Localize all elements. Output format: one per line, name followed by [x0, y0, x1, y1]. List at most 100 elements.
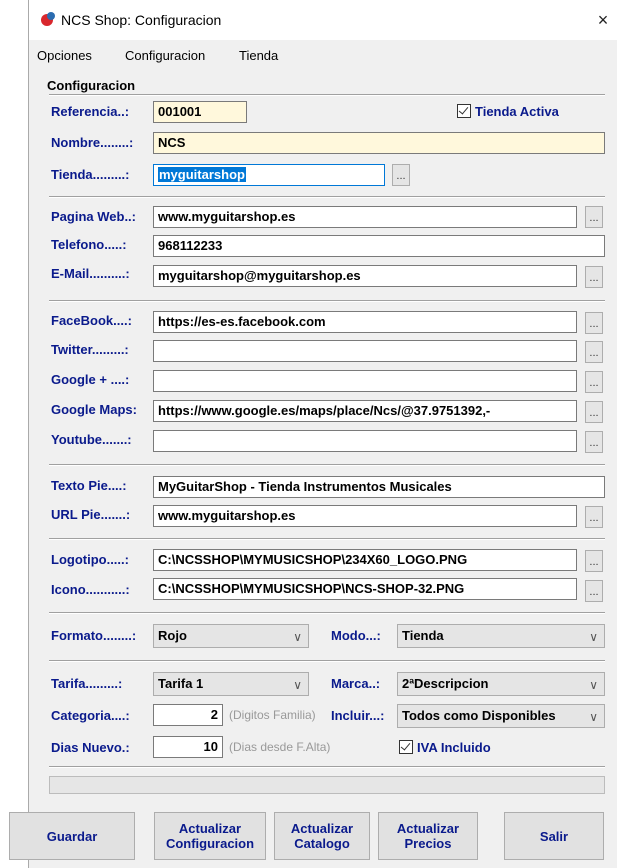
twitter-field[interactable]: [153, 340, 577, 362]
group-border-top: [49, 94, 605, 96]
separator-5: [49, 612, 605, 614]
logotipo-browse-button[interactable]: ...: [585, 550, 603, 572]
logotipo-field[interactable]: C:\NCSSHOP\MYMUSICSHOP\234X60_LOGO.PNG: [153, 549, 577, 571]
iva-incluido-checkbox[interactable]: IVA Incluido: [399, 740, 491, 755]
act-pre-line1: Actualizar: [396, 821, 460, 836]
url-pie-label: URL Pie.......:: [51, 507, 131, 522]
separator-2: [49, 300, 605, 302]
pagina-web-label: Pagina Web..:: [51, 209, 136, 224]
separator-6: [49, 660, 605, 662]
icono-field[interactable]: C:\NCSSHOP\MYMUSICSHOP\NCS-SHOP-32.PNG: [153, 578, 577, 600]
youtube-browse-button[interactable]: ...: [585, 431, 603, 453]
formato-select[interactable]: Rojo ∨: [153, 624, 309, 648]
menu-opciones[interactable]: Opciones: [37, 48, 92, 63]
act-cat-line2: Catalogo: [294, 836, 350, 851]
texto-pie-field[interactable]: MyGuitarShop - Tienda Instrumentos Music…: [153, 476, 605, 498]
google-plus-field[interactable]: [153, 370, 577, 392]
act-cat-line1: Actualizar: [290, 821, 354, 836]
tienda-label: Tienda.........:: [51, 167, 130, 182]
title-bar: NCS Shop: Configuracion ×: [29, 0, 617, 40]
group-title: Configuracion: [47, 78, 136, 93]
facebook-field[interactable]: https://es-es.facebook.com: [153, 311, 577, 333]
dias-nuevo-field[interactable]: 10: [153, 736, 223, 758]
google-maps-field[interactable]: https://www.google.es/maps/place/Ncs/@37…: [153, 400, 577, 422]
guardar-label: Guardar: [46, 828, 98, 844]
chevron-down-icon: ∨: [293, 630, 302, 644]
menu-bar: Opciones Configuracion Tienda: [29, 44, 617, 66]
email-field[interactable]: myguitarshop@myguitarshop.es: [153, 265, 577, 287]
twitter-browse-button[interactable]: ...: [585, 341, 603, 363]
tienda-activa-checkbox[interactable]: Tienda Activa: [457, 104, 559, 119]
tienda-browse-button[interactable]: ...: [392, 164, 410, 186]
nombre-field[interactable]: NCS: [153, 132, 605, 154]
tienda-field[interactable]: myguitarshop: [153, 164, 385, 186]
nombre-label: Nombre........:: [51, 135, 134, 150]
twitter-label: Twitter.........:: [51, 342, 129, 357]
google-plus-browse-button[interactable]: ...: [585, 371, 603, 393]
act-conf-line2: Configuracion: [165, 836, 255, 851]
referencia-label: Referencia..:: [51, 104, 130, 119]
menu-tienda[interactable]: Tienda: [239, 48, 278, 63]
google-maps-browse-button[interactable]: ...: [585, 401, 603, 423]
marca-select[interactable]: 2ªDescripcion ∨: [397, 672, 605, 696]
tienda-value: myguitarshop: [158, 167, 246, 182]
act-conf-line1: Actualizar: [178, 821, 242, 836]
categoria-label: Categoria....:: [51, 708, 130, 723]
guardar-button[interactable]: Guardar: [9, 812, 135, 860]
url-pie-browse-button[interactable]: ...: [585, 506, 603, 528]
iva-incluido-label: IVA Incluido: [417, 740, 491, 755]
modo-select[interactable]: Tienda ∨: [397, 624, 605, 648]
marca-value: 2ªDescripcion: [402, 676, 489, 691]
texto-pie-label: Texto Pie....:: [51, 478, 127, 493]
incluir-select[interactable]: Todos como Disponibles ∨: [397, 704, 605, 728]
checkbox-checked-icon: [399, 740, 413, 754]
salir-button[interactable]: Salir: [504, 812, 604, 860]
tarifa-label: Tarifa.........:: [51, 676, 123, 691]
salir-label: Salir: [539, 828, 569, 844]
window-title: NCS Shop: Configuracion: [61, 12, 222, 28]
close-icon[interactable]: ×: [588, 6, 617, 34]
dias-nuevo-hint: (Dias desde F.Alta): [229, 740, 331, 754]
marca-label: Marca..:: [331, 676, 381, 691]
telefono-field[interactable]: 968112233: [153, 235, 605, 257]
checkbox-checked-icon: [457, 104, 471, 118]
formato-value: Rojo: [158, 628, 187, 643]
menu-configuracion[interactable]: Configuracion: [125, 48, 205, 63]
icono-browse-button[interactable]: ...: [585, 580, 603, 602]
modo-value: Tienda: [402, 628, 444, 643]
telefono-label: Telefono.....:: [51, 237, 127, 252]
email-label: E-Mail..........:: [51, 266, 130, 281]
config-window: NCS Shop: Configuracion × Opciones Confi…: [9, 0, 617, 868]
referencia-field[interactable]: 001001: [153, 101, 247, 123]
act-pre-line2: Precios: [404, 836, 452, 851]
actualizar-catalogo-button[interactable]: Actualizar Catalogo: [274, 812, 370, 860]
youtube-field[interactable]: [153, 430, 577, 452]
pagina-web-field[interactable]: www.myguitarshop.es: [153, 206, 577, 228]
facebook-browse-button[interactable]: ...: [585, 312, 603, 334]
email-browse-button[interactable]: ...: [585, 266, 603, 288]
separator-3: [49, 464, 605, 466]
formato-label: Formato........:: [51, 628, 137, 643]
categoria-field[interactable]: 2: [153, 704, 223, 726]
tarifa-select[interactable]: Tarifa 1 ∨: [153, 672, 309, 696]
incluir-label: Incluir...:: [331, 708, 385, 723]
chevron-down-icon: ∨: [293, 678, 302, 692]
url-pie-field[interactable]: www.myguitarshop.es: [153, 505, 577, 527]
google-plus-label: Google + ....:: [51, 372, 130, 387]
progress-bar: [49, 776, 605, 794]
chevron-down-icon: ∨: [587, 709, 598, 725]
dias-nuevo-label: Dias Nuevo.:: [51, 740, 130, 755]
facebook-label: FaceBook....:: [51, 313, 132, 328]
tienda-activa-label: Tienda Activa: [475, 104, 559, 119]
separator-7: [49, 766, 605, 768]
separator-1: [49, 196, 605, 198]
actualizar-configuracion-button[interactable]: Actualizar Configuracion: [154, 812, 266, 860]
icono-label: Icono...........:: [51, 582, 130, 597]
logotipo-label: Logotipo.....:: [51, 552, 129, 567]
google-maps-label: Google Maps:: [51, 402, 137, 417]
incluir-value: Todos como Disponibles: [402, 708, 556, 723]
actualizar-precios-button[interactable]: Actualizar Precios: [378, 812, 478, 860]
pagina-web-browse-button[interactable]: ...: [585, 206, 603, 228]
modo-label: Modo...:: [331, 628, 381, 643]
chevron-down-icon: ∨: [589, 678, 598, 692]
